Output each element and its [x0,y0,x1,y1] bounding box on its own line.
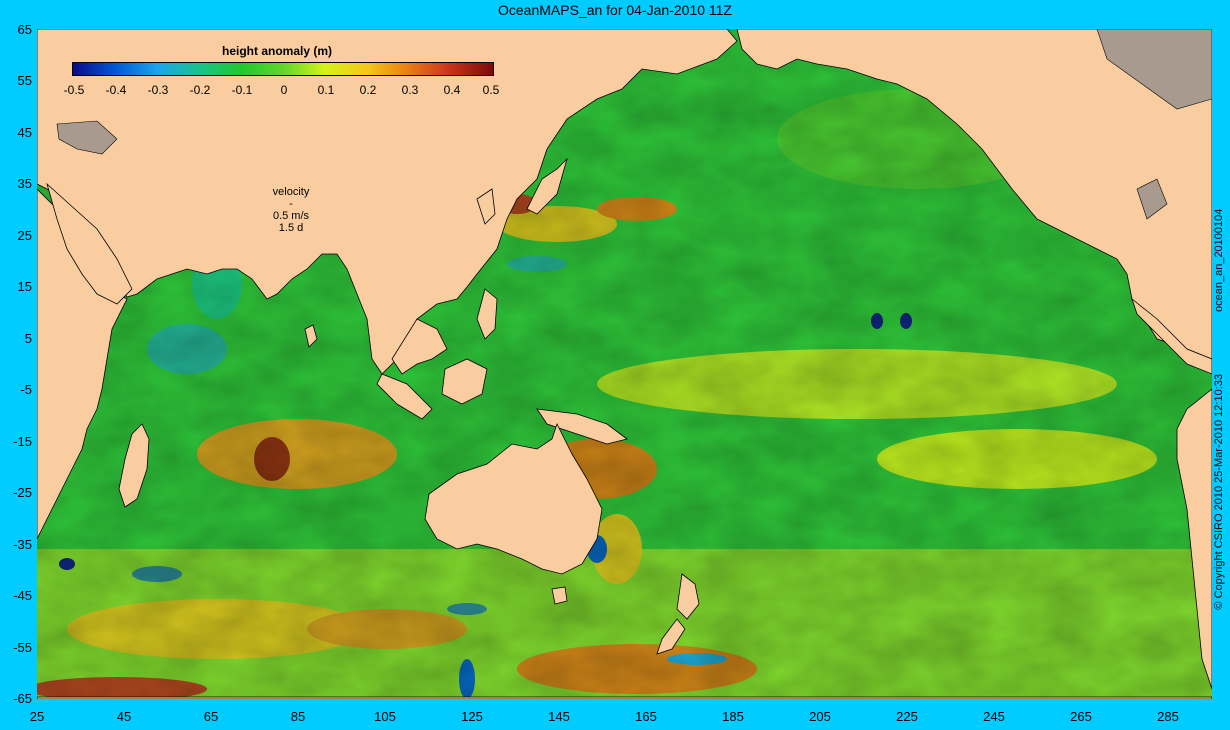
x-tick-label: 65 [203,709,219,724]
y-tick-label: 65 [17,22,32,37]
colorbar-tick-label: -0.4 [105,83,127,97]
y-tick-label: -65 [13,691,32,706]
y-tick-label: -55 [13,640,32,655]
sea-height-anomaly-map [37,29,1212,699]
x-tick-label: 185 [722,709,744,724]
colorbar-tick-label: -0.1 [231,83,253,97]
velocity-key-label: velocity [272,186,310,198]
colorbar [72,62,494,76]
x-tick-label: 245 [983,709,1005,724]
colorbar-tick-label: 0.2 [359,83,377,97]
y-tick-label: 35 [17,176,32,191]
x-tick-label: 45 [116,709,132,724]
y-tick-label: -45 [13,588,32,603]
colorbar-tick-label: -0.5 [63,83,85,97]
copyright-text: © Copyright CSIRO 2010 25-Mar-2010 12:10… [1213,374,1225,610]
y-tick-label: 25 [17,228,32,243]
y-tick-label: 15 [17,279,32,294]
colorbar-tick-label: -0.3 [147,83,169,97]
colorbar-title: height anomaly (m) [222,44,333,58]
velocity-key: velocity - 0.5 m/s 1.5 d [263,186,319,234]
x-tick-label: 25 [29,709,45,724]
colorbar-tick-label: -0.2 [189,83,211,97]
x-tick-label: 165 [635,709,657,724]
velocity-key-arrow: - [289,198,293,210]
file-id-text: ocean_an_20100104 [1213,208,1225,312]
velocity-key-speed: 0.5 m/s [272,210,310,222]
x-tick-label: 225 [896,709,918,724]
x-tick-label: 265 [1070,709,1092,724]
y-tick-label: -25 [13,485,32,500]
y-tick-label: -15 [13,434,32,449]
y-tick-label: 45 [17,125,32,140]
colorbar-tick-label: 0.5 [482,83,500,97]
colorbar-tick-label: 0.1 [317,83,335,97]
y-tick-label: 5 [24,331,32,346]
x-tick-label: 285 [1157,709,1179,724]
colorbar-tick-label: 0.3 [401,83,419,97]
x-tick-label: 125 [461,709,483,724]
x-tick-label: 85 [290,709,306,724]
y-tick-label: 55 [17,73,32,88]
x-tick-label: 205 [809,709,831,724]
map-title: OceanMAPS_an for 04-Jan-2010 11Z [498,2,732,18]
y-tick-label: -5 [20,382,32,397]
y-tick-label: -35 [13,537,32,552]
colorbar-tick-label: 0 [280,83,288,97]
velocity-key-duration: 1.5 d [278,222,304,234]
x-tick-label: 145 [548,709,570,724]
colorbar-tick-label: 0.4 [443,83,461,97]
x-tick-label: 105 [374,709,396,724]
